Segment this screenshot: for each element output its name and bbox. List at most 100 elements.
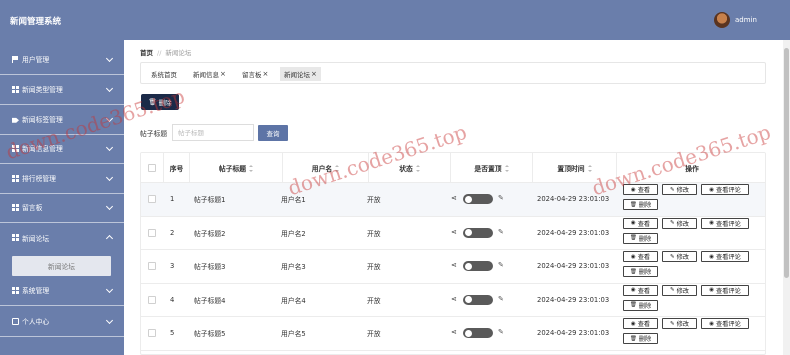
col-status[interactable]: 状态 — [369, 153, 451, 183]
edit-pencil-icon[interactable]: ✎ — [498, 261, 504, 269]
query-button[interactable]: 查询 — [258, 125, 288, 141]
forum-table: 序号 帖子标题 用户名 状态 是否置顶 置顶时间 操作 1 帖子标题1 用户名1 开放… — [140, 152, 766, 355]
pinned-toggle[interactable] — [463, 194, 493, 204]
eye-icon: ◉ — [709, 320, 715, 327]
share-icon[interactable]: ⋖ — [451, 228, 457, 236]
select-all-checkbox[interactable] — [148, 164, 156, 172]
sidebar-subitem-forum[interactable]: 新闻论坛 — [12, 256, 111, 276]
edit-label: 修改 — [676, 287, 689, 295]
share-icon[interactable]: ⋖ — [451, 261, 457, 269]
pinned-toggle[interactable] — [463, 328, 493, 338]
view-button[interactable]: ◉ 查看 — [623, 217, 658, 229]
grid-icon — [12, 144, 19, 152]
edit-pencil-icon[interactable]: ✎ — [498, 295, 504, 303]
eye-icon: ◉ — [630, 220, 636, 226]
sort-icon[interactable] — [249, 164, 254, 172]
cell-title: 帖子标题4 — [194, 296, 226, 305]
table-row: 1 帖子标题1 用户名1 开放 ⋖ ✎ 2024-04-29 23:01:03 ◉ 查看 ✎ 修改 ◉… — [141, 183, 765, 217]
sidebar-item-forum[interactable]: 新闻论坛 — [0, 223, 124, 253]
scrollbar-thumb[interactable] — [784, 48, 789, 278]
trash-icon: 🗑 — [629, 235, 637, 241]
table-header: 序号 帖子标题 用户名 状态 是否置顶 置顶时间 操作 — [141, 153, 765, 183]
col-index: 序号 — [164, 153, 190, 183]
sort-icon[interactable] — [335, 164, 340, 172]
tab-forum[interactable]: 新闻论坛 × — [280, 67, 321, 81]
sidebar-item-system[interactable]: 系统管理 — [0, 276, 124, 306]
col-title[interactable]: 帖子标题 — [190, 153, 283, 183]
close-icon[interactable]: × — [263, 70, 269, 78]
breadcrumb-home[interactable]: 首页 — [140, 49, 153, 57]
pinned-toggle[interactable] — [463, 261, 493, 271]
grid-icon — [12, 203, 19, 211]
row-checkbox[interactable] — [148, 228, 156, 237]
view-comments-button[interactable]: ◉ 查看评论 — [701, 217, 749, 229]
username[interactable]: admin — [735, 16, 757, 24]
pinned-toggle[interactable] — [463, 227, 493, 238]
view-button[interactable]: ◉ 查看 — [623, 184, 658, 195]
row-checkbox[interactable] — [148, 295, 156, 304]
view-comments-button[interactable]: ◉ 查看评论 — [701, 184, 749, 195]
row-checkbox[interactable] — [148, 329, 156, 337]
tab-message-board[interactable]: 留言板 × — [238, 67, 272, 81]
edit-button[interactable]: ✎ 修改 — [662, 184, 697, 195]
view-button[interactable]: ◉ 查看 — [623, 318, 658, 329]
delete-label: 删除 — [638, 302, 652, 310]
col-pin-time[interactable]: 置顶时间 — [533, 153, 617, 183]
col-user[interactable]: 用户名 — [283, 153, 369, 183]
sort-icon[interactable] — [587, 164, 592, 172]
sidebar-item-message-board[interactable]: 留言板 — [0, 193, 124, 223]
col-pinned[interactable]: 是否置顶 — [451, 153, 533, 183]
share-icon[interactable]: ⋖ — [451, 328, 457, 336]
search-input[interactable] — [172, 124, 254, 141]
view-comments-button[interactable]: ◉ 查看评论 — [701, 251, 749, 262]
cell-status: 开放 — [367, 229, 381, 238]
sort-icon[interactable] — [504, 164, 509, 172]
user-card-icon — [12, 317, 19, 325]
view-comments-button[interactable]: ◉ 查看评论 — [701, 318, 749, 329]
sort-icon[interactable] — [415, 164, 420, 172]
grid-icon — [12, 174, 19, 182]
sidebar-item-news-tag[interactable]: 新闻标签管理 — [0, 105, 124, 135]
sidebar-item-user-management[interactable]: 用户管理 — [0, 45, 124, 75]
view-button[interactable]: ◉ 查看 — [623, 251, 658, 262]
tab-news-info[interactable]: 新闻信息 × — [189, 67, 230, 81]
delete-button[interactable]: 🗑 删除 — [623, 299, 658, 311]
cell-index: 4 — [170, 295, 175, 304]
view-comments-button[interactable]: ◉ 查看评论 — [701, 284, 749, 296]
eye-icon: ◉ — [630, 287, 636, 293]
share-icon[interactable]: ⋖ — [451, 194, 457, 202]
delete-button[interactable]: 🗑 删除 — [623, 266, 658, 277]
edit-button[interactable]: ✎ 修改 — [662, 318, 697, 329]
sidebar-item-news-type[interactable]: 新闻类型管理 — [0, 75, 124, 105]
edit-button[interactable]: ✎ 修改 — [662, 217, 697, 229]
close-icon[interactable]: × — [220, 70, 226, 78]
delete-button[interactable]: 🗑 删除 — [623, 333, 658, 344]
view-button[interactable]: ◉ 查看 — [623, 284, 658, 296]
edit-button[interactable]: ✎ 修改 — [662, 284, 697, 296]
table-row: 2 帖子标题2 用户名2 开放 ⋖ ✎ 2024-04-29 23:01:03 ◉ 查看 ✎ 修改 ◉… — [141, 217, 765, 250]
edit-pencil-icon[interactable]: ✎ — [498, 194, 504, 202]
edit-pencil-icon[interactable]: ✎ — [498, 328, 504, 336]
scrollbar[interactable] — [783, 40, 790, 355]
edit-button[interactable]: ✎ 修改 — [662, 251, 697, 262]
trash-icon: 🗑 — [629, 335, 637, 342]
top-header: 新闻管理系统 admin — [0, 0, 790, 40]
row-checkbox[interactable] — [148, 262, 156, 270]
sidebar-item-ranking[interactable]: 排行榜管理 — [0, 164, 124, 194]
batch-delete-button[interactable]: 🗑 删除 — [141, 94, 179, 110]
pinned-toggle[interactable] — [463, 294, 493, 305]
delete-button[interactable]: 🗑 删除 — [623, 199, 658, 210]
tab-home[interactable]: 系统首页 — [147, 67, 181, 81]
delete-label: 删除 — [158, 99, 172, 107]
share-icon[interactable]: ⋖ — [451, 295, 457, 303]
sidebar-item-profile[interactable]: 个人中心 — [0, 307, 124, 337]
delete-button[interactable]: 🗑 删除 — [623, 232, 658, 244]
close-icon[interactable]: × — [311, 70, 317, 78]
sidebar-item-news-info[interactable]: 新闻信息管理 — [0, 134, 124, 164]
user-avatar[interactable] — [714, 12, 730, 28]
cell-user: 用户名1 — [281, 196, 306, 205]
row-checkbox[interactable] — [148, 195, 156, 203]
flag-icon — [12, 55, 19, 63]
edit-pencil-icon[interactable]: ✎ — [498, 228, 504, 236]
cell-pin-time: 2024-04-29 23:01:03 — [537, 329, 610, 338]
